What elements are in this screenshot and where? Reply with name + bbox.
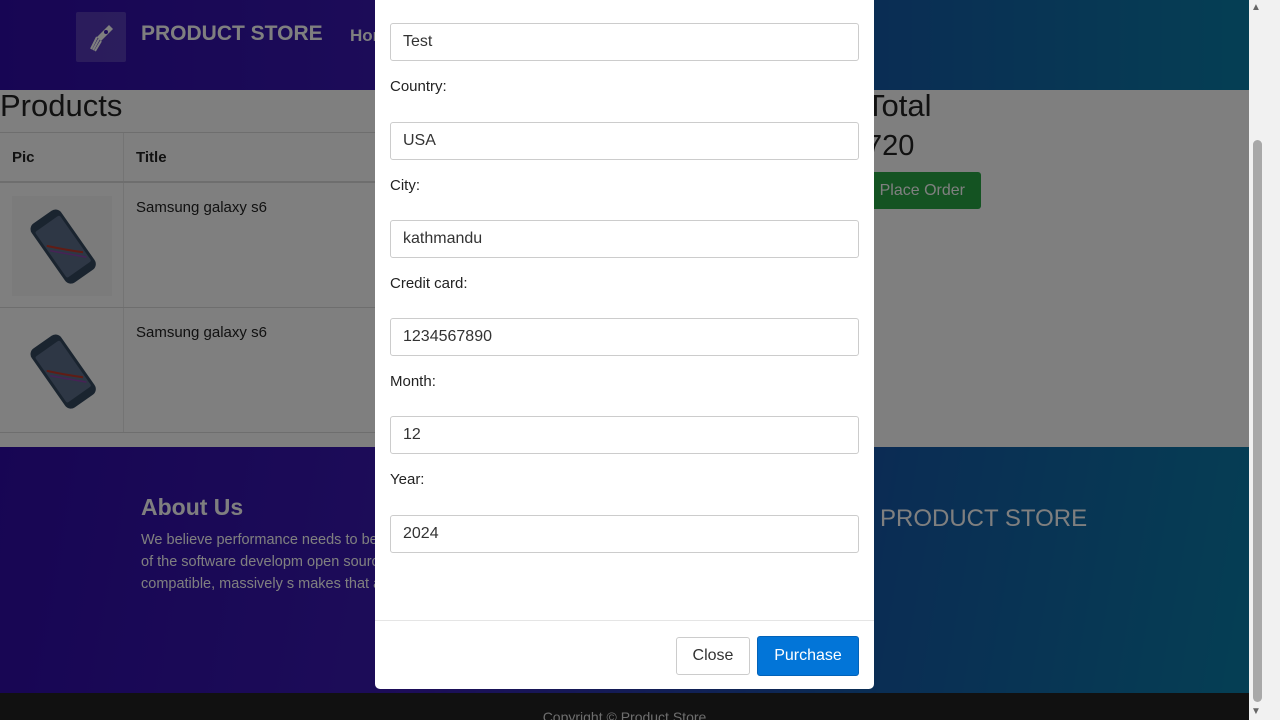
close-button[interactable]: Close [676, 637, 750, 675]
credit-card-label: Credit card: [390, 275, 468, 292]
purchase-button[interactable]: Purchase [757, 636, 859, 676]
page: PRODUCT STORE Home Products Pic Title [0, 0, 1249, 720]
order-modal: Country: City: Credit card: Month: Year:… [375, 0, 874, 689]
country-label: Country: [390, 78, 447, 95]
month-label: Month: [390, 373, 436, 390]
scroll-up-icon[interactable]: ▲ [1251, 2, 1261, 13]
country-input[interactable] [390, 122, 859, 160]
year-input[interactable] [390, 515, 859, 553]
scrollbar-thumb[interactable] [1253, 140, 1262, 702]
scroll-down-icon[interactable]: ▼ [1251, 706, 1261, 717]
modal-footer-divider [375, 620, 874, 621]
credit-card-input[interactable] [390, 318, 859, 356]
name-input[interactable] [390, 23, 859, 61]
city-input[interactable] [390, 220, 859, 258]
month-input[interactable] [390, 416, 859, 454]
year-label: Year: [390, 471, 425, 488]
city-label: City: [390, 177, 420, 194]
